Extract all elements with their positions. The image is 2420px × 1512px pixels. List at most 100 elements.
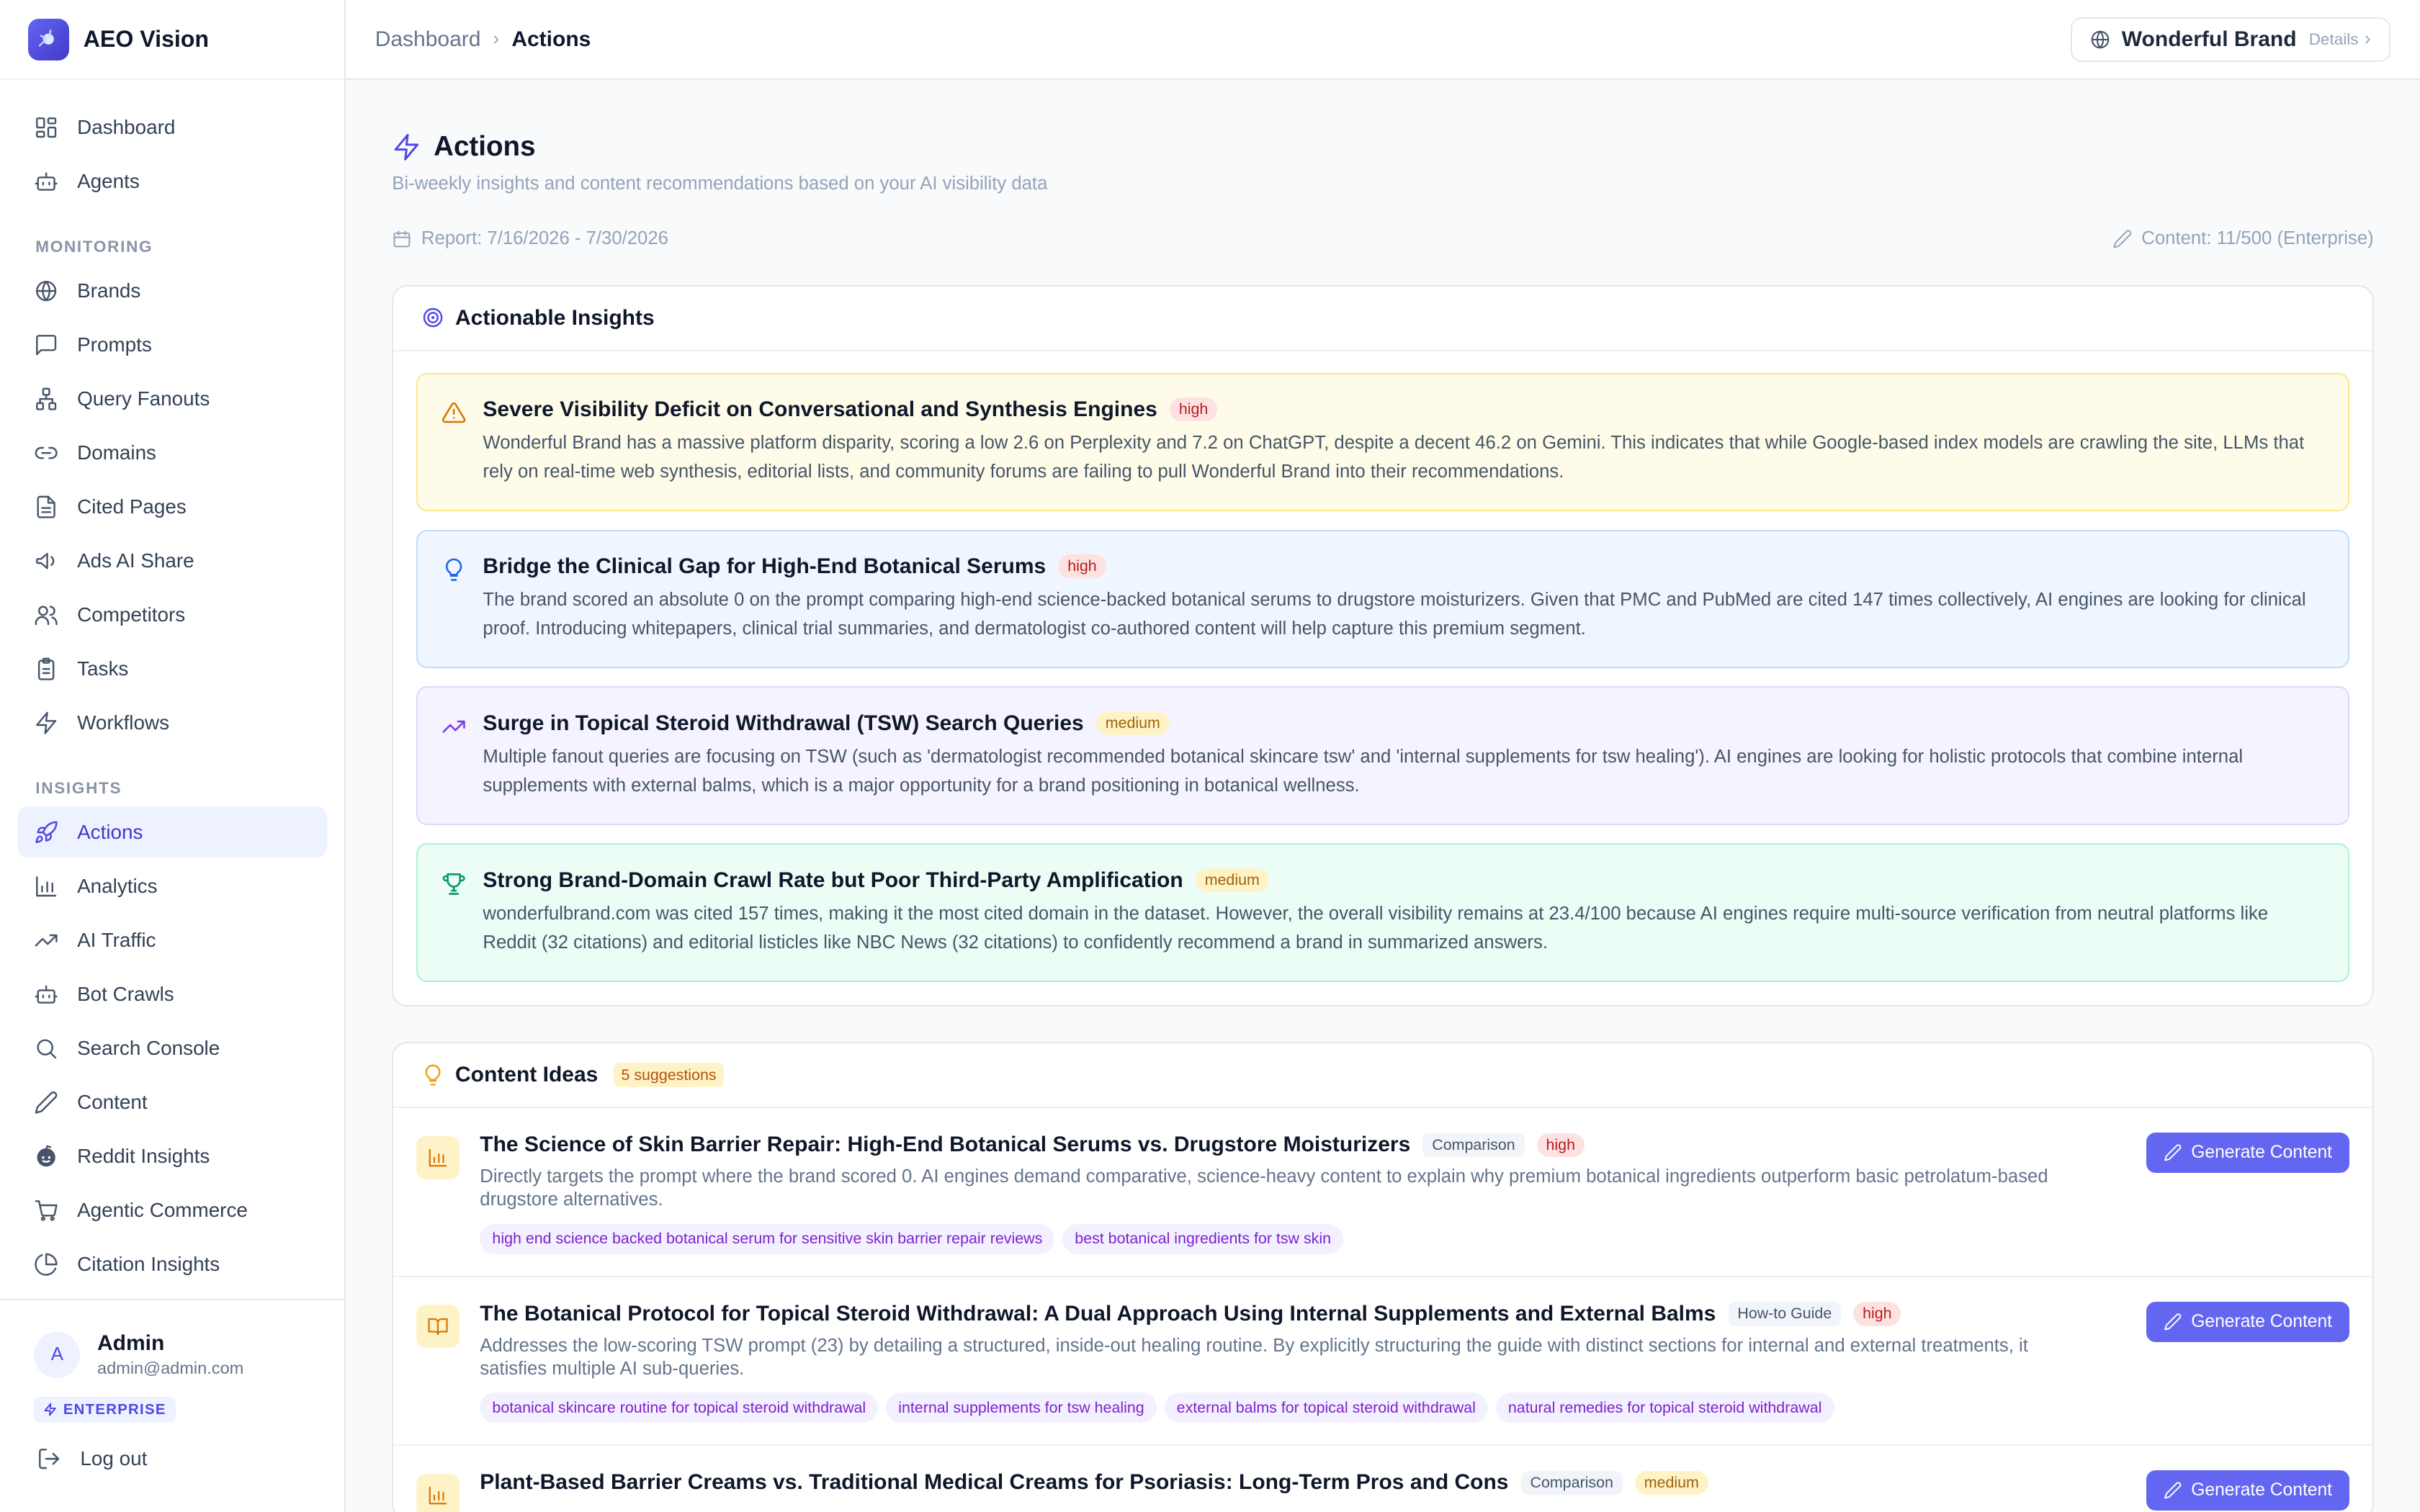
pencil-icon [2164, 1313, 2182, 1331]
target-icon [423, 308, 443, 328]
topbar: Dashboard › Actions Wonderful Brand Deta… [346, 0, 2420, 81]
sidebar-item-label: Bot Crawls [77, 982, 174, 1005]
alert-triangle-icon [442, 402, 465, 423]
logout-button[interactable]: Log out [0, 1423, 344, 1471]
content-ideas-card: Content Ideas 5 suggestions The Science … [392, 1042, 2374, 1512]
user-panel: A Admin admin@admin.com ENTERPRISE Log o… [0, 1299, 344, 1512]
sidebar-item-label: Content [77, 1090, 148, 1113]
trending-up-icon [35, 934, 58, 947]
idea-type-badge: How-to Guide [1728, 1302, 1842, 1326]
priority-badge: high [1536, 1133, 1585, 1158]
sidebar-item-search-console[interactable]: Search Console [17, 1022, 328, 1074]
priority-badge: medium [1195, 868, 1269, 893]
sidebar-item-competitors[interactable]: Competitors [17, 589, 328, 640]
file-icon [37, 495, 55, 518]
rocket-icon [35, 821, 58, 843]
sidebar-item-ai-traffic[interactable]: AI Traffic [17, 914, 328, 966]
pencil-icon [2164, 1482, 2182, 1500]
sidebar-item-analytics[interactable]: Analytics [17, 860, 328, 912]
link-icon [35, 446, 58, 459]
user-profile[interactable]: A Admin admin@admin.com [0, 1300, 344, 1378]
page-content: Actions Bi-weekly insights and content r… [346, 131, 2420, 1512]
sidebar-item-label: Agents [77, 169, 140, 192]
generate-content-button[interactable]: Generate Content [2146, 1133, 2349, 1174]
breadcrumb-current: Actions [511, 27, 591, 51]
content-ideas-header: Content Ideas 5 suggestions [393, 1043, 2372, 1109]
idea-type-badge: Comparison [1520, 1470, 1623, 1495]
sidebar-item-label: Citation Insights [77, 1252, 220, 1275]
insight-body: Wonderful Brand has a massive platform d… [483, 433, 2305, 482]
zap-icon [44, 1403, 56, 1417]
suggestion-count-badge: 5 suggestions [613, 1063, 725, 1087]
generate-content-label: Generate Content [2191, 1480, 2333, 1500]
sidebar-item-brands[interactable]: Brands [17, 266, 328, 317]
insight-title: Strong Brand-Domain Crawl Rate but Poor … [483, 868, 1183, 892]
priority-badge: high [1169, 397, 1218, 422]
content-idea-item: The Science of Skin Barrier Repair: High… [393, 1108, 2372, 1277]
cart-icon [35, 1200, 58, 1221]
pencil-icon [2164, 1144, 2182, 1161]
query-tag: high end science backed botanical serum … [480, 1223, 1055, 1254]
sidebar-item-content[interactable]: Content [17, 1076, 328, 1128]
sidebar-item-dashboard[interactable]: Dashboard [17, 102, 328, 153]
logout-label: Log out [80, 1446, 148, 1470]
insight-item: Bridge the Clinical Gap for High-End Bot… [416, 529, 2349, 668]
sidebar-item-label: Brands [77, 279, 141, 302]
page-header: Actions [392, 131, 2373, 163]
query-tag: best botanical ingredients for tsw skin [1062, 1223, 1344, 1254]
insights-card-title: Actionable Insights [454, 305, 655, 330]
sidebar-item-label: Analytics [77, 874, 158, 897]
query-tag: internal supplements for tsw healing [886, 1392, 1157, 1423]
generate-content-label: Generate Content [2191, 1311, 2333, 1331]
sidebar-item-workflows[interactable]: Workflows [17, 697, 328, 748]
sidebar-item-tasks[interactable]: Tasks [17, 643, 328, 694]
sidebar-item-domains[interactable]: Domains [17, 427, 328, 478]
section-label-insights: INSIGHTS [35, 778, 122, 797]
priority-badge: medium [1634, 1470, 1708, 1495]
idea-type-badge: Comparison [1422, 1133, 1525, 1158]
insight-title: Surge in Topical Steroid Withdrawal (TSW… [483, 711, 1084, 735]
sidebar-item-query-fanouts[interactable]: Query Fanouts [17, 373, 328, 424]
idea-description: Addresses the low-scoring TSW prompt (23… [480, 1335, 2028, 1379]
insights-card: Actionable Insights Severe Visibility De… [392, 284, 2374, 1007]
pencil-icon [2112, 230, 2131, 248]
idea-title: Plant-Based Barrier Creams vs. Tradition… [480, 1470, 1509, 1495]
lightbulb-icon [425, 1064, 441, 1086]
brand-details-link[interactable]: Details [2309, 30, 2359, 49]
main-area: Dashboard › Actions Wonderful Brand Deta… [346, 0, 2420, 1512]
bar-chart-icon [416, 1473, 460, 1512]
brand-selector[interactable]: Wonderful Brand Details › [2071, 17, 2391, 62]
breadcrumb: Dashboard › Actions [375, 27, 591, 52]
chevron-right-icon: › [493, 29, 500, 50]
app-brand[interactable]: AEO Vision [0, 0, 344, 81]
sidebar-nav: Dashboard Agents MONITORING Brands Promp… [0, 80, 344, 1290]
breadcrumb-dashboard[interactable]: Dashboard [375, 27, 481, 52]
sidebar-item-agents[interactable]: Agents [17, 156, 328, 207]
sidebar-item-bot-crawls[interactable]: Bot Crawls [17, 968, 328, 1020]
avatar: A [34, 1331, 81, 1378]
sidebar-item-citation-insights[interactable]: Citation Insights [17, 1238, 328, 1290]
generate-content-button[interactable]: Generate Content [2146, 1301, 2349, 1342]
sidebar-item-reddit-insights[interactable]: Reddit Insights [17, 1130, 328, 1182]
sidebar-item-actions[interactable]: Actions [17, 806, 328, 858]
clipboard-icon [38, 657, 55, 680]
message-icon [36, 334, 57, 355]
sidebar-item-ads-ai-share[interactable]: Ads AI Share [17, 535, 328, 586]
sidebar-item-cited-pages[interactable]: Cited Pages [17, 481, 328, 532]
generate-content-button[interactable]: Generate Content [2146, 1470, 2349, 1511]
sidebar-item-label: Tasks [77, 657, 129, 680]
bar-chart-icon [36, 876, 57, 896]
content-quota: Content: 11/500 (Enterprise) [2141, 228, 2374, 249]
sidebar-item-prompts[interactable]: Prompts [17, 319, 328, 370]
calendar-icon [393, 230, 411, 248]
sidebar-item-agentic-commerce[interactable]: Agentic Commerce [17, 1184, 328, 1236]
plan-badge: ENTERPRISE [34, 1397, 176, 1423]
lightbulb-icon [445, 558, 462, 581]
user-email: admin@admin.com [97, 1359, 244, 1378]
globe-icon [36, 280, 57, 301]
report-meta: Report: 7/16/2026 - 7/30/2026 Content: 1… [392, 228, 2374, 249]
page-subtitle: Bi-weekly insights and content recommend… [392, 174, 1048, 194]
chevron-right-icon: › [2365, 29, 2371, 50]
sidebar-item-label: Reddit Insights [77, 1144, 210, 1167]
idea-tags: botanical skincare routine for topical s… [480, 1392, 2349, 1423]
